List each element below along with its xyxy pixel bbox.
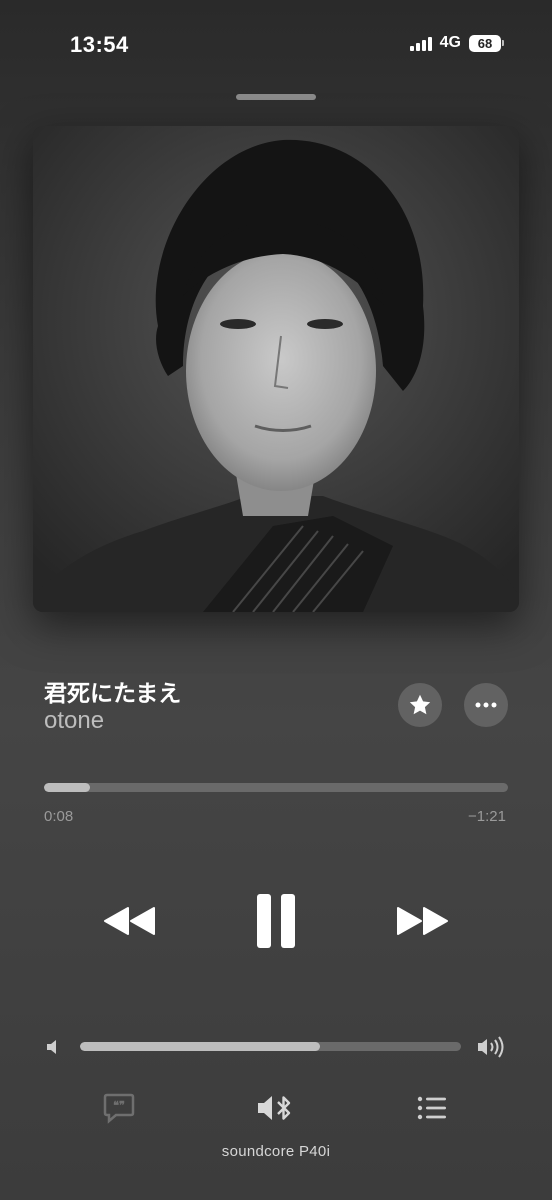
volume-low-icon: [44, 1038, 62, 1061]
lyrics-button[interactable]: ❝❞: [99, 1090, 139, 1126]
audio-output-button[interactable]: [256, 1090, 296, 1126]
sheet-grabber[interactable]: [236, 94, 316, 100]
battery-level: 68: [469, 34, 501, 52]
network-type: 4G: [439, 34, 461, 51]
more-button[interactable]: [464, 683, 508, 727]
song-artist[interactable]: otone: [44, 707, 104, 735]
fast-forward-button[interactable]: [390, 895, 454, 947]
output-device-name: soundcore P40i: [221, 1143, 331, 1160]
album-artwork: [33, 126, 519, 612]
cellular-signal-icon: [409, 35, 432, 51]
status-bar: 13:54 4G 68: [0, 0, 552, 90]
playback-progress-fill: [44, 783, 91, 792]
volume-high-icon: [476, 1036, 506, 1063]
volume-level-fill: [80, 1042, 321, 1051]
status-time: 13:54: [70, 32, 129, 57]
lyrics-icon: ❝❞: [103, 1093, 135, 1124]
remaining-time: −1:21: [468, 808, 506, 825]
volume-slider[interactable]: [80, 1042, 461, 1051]
star-icon: [409, 694, 431, 715]
queue-button[interactable]: [412, 1090, 452, 1126]
elapsed-time: 0:08: [44, 808, 74, 825]
battery-icon: 68: [469, 34, 504, 52]
queue-list-icon: [417, 1096, 446, 1120]
favorite-button[interactable]: [398, 683, 442, 727]
fast-forward-icon: [397, 907, 448, 935]
portrait-image: [33, 126, 519, 612]
song-title: 君死にたまえ: [44, 680, 182, 706]
pause-button[interactable]: [246, 888, 306, 954]
status-indicators: 4G 68: [409, 34, 504, 52]
ellipsis-icon: [475, 702, 497, 708]
speaker-bluetooth-icon: [258, 1096, 291, 1120]
svg-text:❝❞: ❝❞: [113, 1100, 125, 1112]
rewind-icon: [104, 907, 155, 935]
playback-scrubber[interactable]: [44, 783, 508, 792]
rewind-button[interactable]: [98, 895, 162, 947]
pause-icon: [257, 894, 295, 948]
